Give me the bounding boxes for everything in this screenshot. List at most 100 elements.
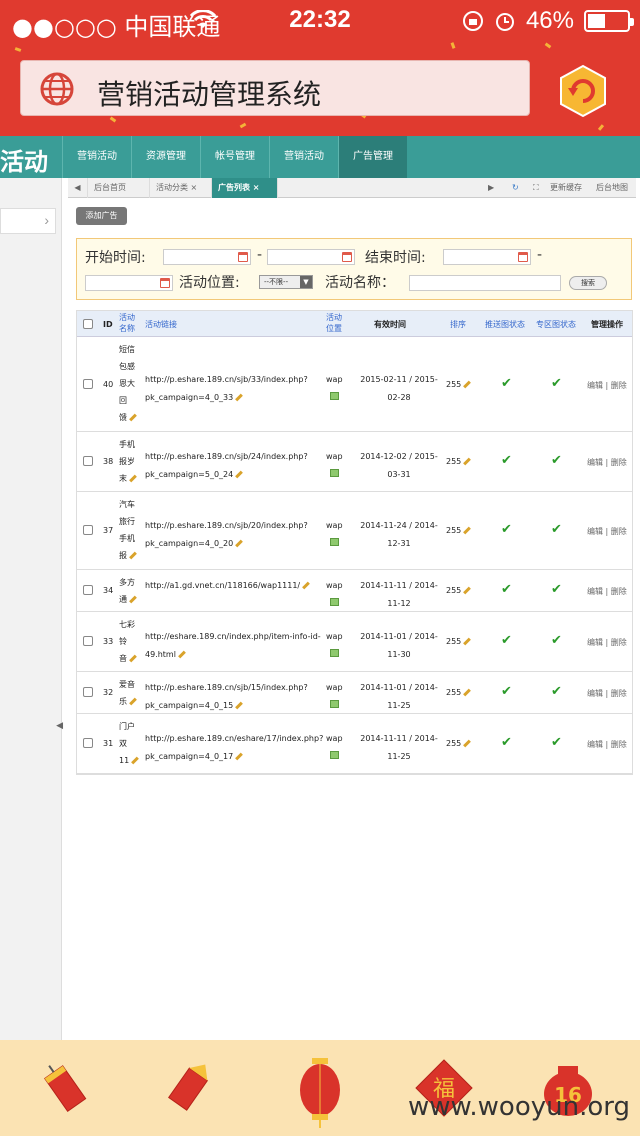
zone-status-check-icon[interactable]: ✔ xyxy=(551,522,562,537)
address-bar[interactable]: 营销活动管理系统 xyxy=(20,60,530,116)
row-ops[interactable]: 编辑 | 删除 xyxy=(587,688,627,699)
wap-image-icon[interactable] xyxy=(329,700,339,708)
nav-tab-resources[interactable]: 资源管理 xyxy=(131,136,200,178)
row-checkbox[interactable] xyxy=(83,456,93,466)
calendar-icon[interactable] xyxy=(518,252,528,262)
nav-tab-campaign-2[interactable]: 营销活动 xyxy=(269,136,338,178)
row-checkbox[interactable] xyxy=(83,636,93,646)
close-icon[interactable]: × xyxy=(191,183,198,192)
row-ops[interactable]: 编辑 | 删除 xyxy=(587,526,627,537)
edit-pencil-icon[interactable] xyxy=(463,586,472,595)
nav-tab-accounts[interactable]: 帐号管理 xyxy=(200,136,269,178)
nav-tab-campaign[interactable]: 营销活动 xyxy=(62,136,131,178)
zone-status-check-icon[interactable]: ✔ xyxy=(551,633,562,648)
zone-status-check-icon[interactable]: ✔ xyxy=(551,582,562,597)
tabs-left-arrow-icon[interactable]: ◀ xyxy=(68,178,88,198)
row-ops[interactable]: 编辑 | 删除 xyxy=(587,739,627,750)
sitemap-link[interactable]: 后台地图 xyxy=(596,178,628,198)
row-ops[interactable]: 编辑 | 删除 xyxy=(587,457,627,468)
nav-tab-ads[interactable]: 广告管理 xyxy=(338,136,407,178)
edit-pencil-icon[interactable] xyxy=(129,413,137,422)
edit-pencil-icon[interactable] xyxy=(463,637,472,646)
campaign-name-input[interactable] xyxy=(409,275,561,291)
tabs-right-arrow-icon[interactable]: ▶ xyxy=(488,178,494,198)
calendar-icon[interactable] xyxy=(160,278,170,288)
push-status-check-icon[interactable]: ✔ xyxy=(501,453,512,468)
search-button[interactable]: 搜索 xyxy=(569,276,607,290)
refresh-cache-link[interactable]: 更新缓存 xyxy=(550,178,582,198)
edit-pencil-icon[interactable] xyxy=(302,581,311,590)
firecracker-icon[interactable] xyxy=(38,1058,94,1118)
row-ops[interactable]: 编辑 | 删除 xyxy=(587,380,627,391)
row-link[interactable]: http://p.eshare.189.cn/sjb/24/index.php?… xyxy=(145,452,308,479)
row-link[interactable]: http://p.eshare.189.cn/sjb/33/index.php?… xyxy=(145,375,308,402)
edit-pencil-icon[interactable] xyxy=(235,752,244,761)
push-status-check-icon[interactable]: ✔ xyxy=(501,522,512,537)
sidebar-item[interactable]: › xyxy=(0,208,56,234)
row-checkbox[interactable] xyxy=(83,378,93,389)
reload-icon[interactable]: ↻ xyxy=(512,178,519,198)
push-status-check-icon[interactable]: ✔ xyxy=(501,582,512,597)
edit-pencil-icon[interactable] xyxy=(129,474,137,483)
edit-pencil-icon[interactable] xyxy=(131,756,140,765)
close-icon[interactable]: × xyxy=(253,183,260,192)
edit-pencil-icon[interactable] xyxy=(129,551,137,560)
wap-image-icon[interactable] xyxy=(329,391,339,400)
row-link[interactable]: http://p.eshare.189.cn/eshare/17/index.p… xyxy=(145,734,323,761)
wap-image-icon[interactable] xyxy=(329,598,339,606)
add-ad-button[interactable]: 添加广告 xyxy=(76,207,127,225)
end-date-end-input[interactable] xyxy=(85,275,173,291)
wap-image-icon[interactable] xyxy=(329,469,339,477)
wap-image-icon[interactable] xyxy=(329,649,339,657)
calendar-icon[interactable] xyxy=(342,252,352,262)
collapse-sidebar-icon[interactable]: ◀ xyxy=(56,720,63,731)
push-status-check-icon[interactable]: ✔ xyxy=(501,633,512,648)
edit-pencil-icon[interactable] xyxy=(235,701,244,710)
start-date-end-input[interactable] xyxy=(267,249,355,265)
row-checkbox[interactable] xyxy=(83,585,93,595)
edit-pencil-icon[interactable] xyxy=(129,697,137,706)
select-all-checkbox[interactable] xyxy=(83,319,93,329)
edit-pencil-icon[interactable] xyxy=(178,650,186,659)
edit-pencil-icon[interactable] xyxy=(463,688,472,697)
start-date-input[interactable] xyxy=(163,249,251,265)
row-link[interactable]: http://p.eshare.189.cn/sjb/15/index.php?… xyxy=(145,683,308,710)
row-checkbox[interactable] xyxy=(83,738,93,748)
edit-pencil-icon[interactable] xyxy=(235,470,244,479)
refresh-icon[interactable] xyxy=(556,64,610,118)
calendar-icon[interactable] xyxy=(238,252,248,262)
lantern-icon[interactable] xyxy=(298,1056,342,1128)
row-checkbox[interactable] xyxy=(83,525,93,535)
zone-status-check-icon[interactable]: ✔ xyxy=(551,684,562,699)
rocket-firecracker-icon[interactable] xyxy=(162,1058,218,1118)
push-status-check-icon[interactable]: ✔ xyxy=(501,684,512,699)
end-date-input[interactable] xyxy=(443,249,531,265)
row-link[interactable]: http://a1.gd.vnet.cn/118166/wap1111/ xyxy=(145,581,300,590)
row-ops[interactable]: 编辑 | 删除 xyxy=(587,586,627,597)
edit-pencil-icon[interactable] xyxy=(129,595,137,604)
position-select[interactable]: --不限-- ▼ xyxy=(259,275,313,289)
edit-pencil-icon[interactable] xyxy=(235,393,244,401)
row-checkbox[interactable] xyxy=(83,687,93,697)
edit-pencil-icon[interactable] xyxy=(463,457,472,466)
zone-status-check-icon[interactable]: ✔ xyxy=(551,453,562,468)
tab-home[interactable]: 后台首页 xyxy=(88,178,150,198)
row-link-wrap: http://p.eshare.189.cn/eshare/17/index.p… xyxy=(145,730,323,766)
row-link[interactable]: http://eshare.189.cn/index.php/item-info… xyxy=(145,632,321,659)
edit-pencil-icon[interactable] xyxy=(129,654,137,663)
edit-pencil-icon[interactable] xyxy=(463,380,472,388)
push-status-check-icon[interactable]: ✔ xyxy=(501,376,512,391)
edit-pencil-icon[interactable] xyxy=(463,526,472,535)
tab-activity-category[interactable]: 活动分类 × xyxy=(150,178,212,198)
fullscreen-icon[interactable]: ⛶ xyxy=(533,178,539,198)
zone-status-check-icon[interactable]: ✔ xyxy=(551,735,562,750)
zone-status-check-icon[interactable]: ✔ xyxy=(551,376,562,391)
push-status-check-icon[interactable]: ✔ xyxy=(501,735,512,750)
edit-pencil-icon[interactable] xyxy=(235,539,244,548)
row-link[interactable]: http://p.eshare.189.cn/sjb/20/index.php?… xyxy=(145,521,308,548)
row-ops[interactable]: 编辑 | 删除 xyxy=(587,637,627,648)
wap-image-icon[interactable] xyxy=(329,751,339,759)
tab-ad-list[interactable]: 广告列表 × xyxy=(212,178,278,198)
edit-pencil-icon[interactable] xyxy=(463,739,472,748)
wap-image-icon[interactable] xyxy=(329,538,339,546)
